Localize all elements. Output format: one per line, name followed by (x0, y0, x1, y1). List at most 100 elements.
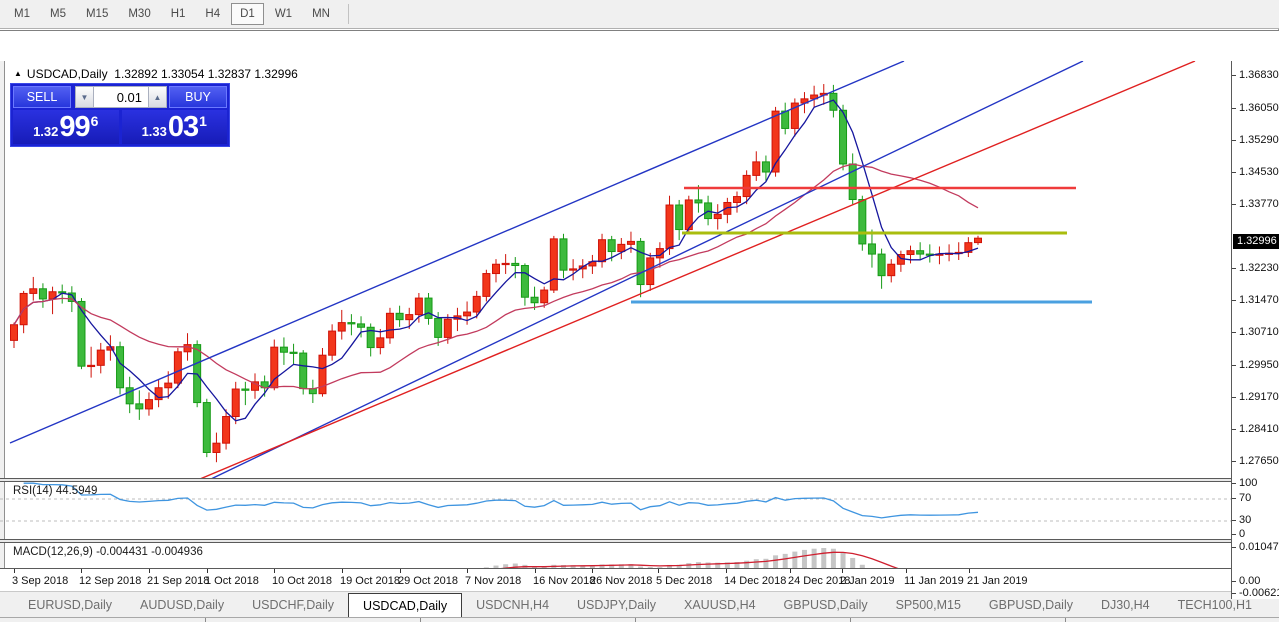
chart-tab-sp500-m15[interactable]: SP500,M15 (882, 592, 975, 617)
axis-tick (1232, 365, 1236, 366)
mt4-window: M1M5M15M30H1H4D1W1MN ▲ USDCAD,Daily 1.328… (0, 0, 1279, 622)
chart-tab-usdcnh-h4[interactable]: USDCNH,H4 (462, 592, 563, 617)
axis-tick (1232, 461, 1236, 462)
date-tick (969, 569, 970, 573)
axis-tick (1232, 534, 1236, 535)
rsi-axis-label: 0 (1232, 528, 1245, 540)
price-axis-label: 1.33770 (1232, 198, 1279, 210)
sell-price-sup: 6 (91, 113, 99, 129)
date-axis[interactable]: 3 Sep 201812 Sep 201821 Sep 20181 Oct 20… (0, 568, 1279, 591)
timeframe-button-m15[interactable]: M15 (77, 3, 117, 25)
current-price-badge: 1.32996 (1233, 234, 1279, 249)
macd-axis-label: 0.010474 (1232, 541, 1279, 553)
sell-price-big: 99 (59, 113, 89, 142)
date-axis-label: 11 Jan 2019 (904, 575, 964, 587)
chart-symbol-label: USDCAD,Daily (27, 67, 108, 81)
price-axis-label: 1.36050 (1232, 102, 1279, 114)
axis-tick (1232, 108, 1236, 109)
axis-tick (1232, 498, 1236, 499)
timeframe-button-h1[interactable]: H1 (162, 3, 195, 25)
timeframe-button-d1[interactable]: D1 (231, 3, 264, 25)
date-tick (149, 569, 150, 573)
chart-tab-usdchf-daily[interactable]: USDCHF,Daily (238, 592, 348, 617)
sell-price-small: 1.32 (33, 124, 58, 139)
date-axis-label: 16 Nov 2018 (533, 575, 595, 587)
chart-tab-xauusd-h4[interactable]: XAUUSD,H4 (670, 592, 770, 617)
timeframe-button-w1[interactable]: W1 (266, 3, 301, 25)
price-axis[interactable]: 1.368301.360501.352901.345301.337701.322… (1231, 61, 1279, 599)
price-axis-label: 1.28410 (1232, 423, 1279, 435)
date-tick (842, 569, 843, 573)
chart-tab-bar: EURUSD,DailyAUDUSD,DailyUSDCHF,DailyUSDC… (0, 591, 1279, 617)
date-tick (592, 569, 593, 573)
price-axis-label: 1.29950 (1232, 359, 1279, 371)
timeframe-toolbar: M1M5M15M30H1H4D1W1MN (0, 0, 1279, 29)
chart-ohlc-values: 1.32892 1.33054 1.32837 1.32996 (114, 67, 298, 81)
date-axis-label: 29 Oct 2018 (398, 575, 458, 587)
axis-tick (1232, 397, 1236, 398)
date-tick (207, 569, 208, 573)
sell-price-display[interactable]: 1.32996 (13, 110, 119, 144)
buy-price-big: 03 (168, 113, 198, 142)
timeframe-button-mn[interactable]: MN (303, 3, 339, 25)
chart-tab-gbpusd-daily[interactable]: GBPUSD,Daily (975, 592, 1087, 617)
lot-size-input[interactable]: 0.01 (94, 86, 148, 108)
spin-down-icon: ▼ (81, 93, 89, 102)
buy-price-display[interactable]: 1.33031 (122, 110, 228, 144)
bottom-strip-mark (635, 618, 636, 622)
price-axis-label: 1.32230 (1232, 262, 1279, 274)
axis-tick (1232, 483, 1236, 484)
axis-tick (1232, 547, 1236, 548)
date-tick (14, 569, 15, 573)
date-tick (274, 569, 275, 573)
toolbar-separator (348, 4, 349, 24)
buy-price-sup: 1 (199, 113, 207, 129)
timeframe-button-m30[interactable]: M30 (119, 3, 159, 25)
buy-button[interactable]: BUY (169, 86, 227, 108)
chart-tab-audusd-daily[interactable]: AUDUSD,Daily (126, 592, 238, 617)
timeframe-button-m1[interactable]: M1 (5, 3, 39, 25)
sell-button[interactable]: SELL (13, 86, 71, 108)
chart-tab-eurusd-daily[interactable]: EURUSD,Daily (14, 592, 126, 617)
date-axis-label: 21 Jan 2019 (967, 575, 1028, 587)
axis-tick (1232, 581, 1236, 582)
rsi-axis-label: 100 (1232, 477, 1257, 489)
price-axis-label: 1.34530 (1232, 166, 1279, 178)
bottom-strip-mark (205, 618, 206, 622)
bottom-strip-mark (420, 618, 421, 622)
date-axis-label: 1 Oct 2018 (205, 575, 259, 587)
chart-tab-dj30-h4[interactable]: DJ30,H4 (1087, 592, 1164, 617)
date-tick (658, 569, 659, 573)
timeframe-button-m5[interactable]: M5 (41, 3, 75, 25)
price-axis-label: 1.36830 (1232, 69, 1279, 81)
chart-tab-usdcad-daily[interactable]: USDCAD,Daily (348, 593, 462, 617)
date-axis-label: 2 Jan 2019 (840, 575, 894, 587)
date-axis-label: 19 Oct 2018 (340, 575, 400, 587)
date-tick (467, 569, 468, 573)
date-tick (342, 569, 343, 573)
spin-up-icon: ▲ (154, 93, 162, 102)
rsi-label: RSI(14) 44.5949 (13, 485, 97, 497)
chart-area[interactable]: ▲ USDCAD,Daily 1.32892 1.33054 1.32837 1.… (0, 30, 1279, 568)
axis-tick (1232, 332, 1236, 333)
lot-decrease-button[interactable]: ▼ (75, 86, 94, 108)
chart-tab-gbpusd-daily[interactable]: GBPUSD,Daily (770, 592, 882, 617)
macd-axis-label: -0.006218 (1232, 587, 1279, 599)
price-axis-label: 1.30710 (1232, 326, 1279, 338)
price-axis-label: 1.29170 (1232, 391, 1279, 403)
rsi-axis-label: 30 (1232, 514, 1251, 526)
axis-tick (1232, 520, 1236, 521)
date-axis-label: 21 Sep 2018 (147, 575, 209, 587)
chart-tab-usdjpy-daily[interactable]: USDJPY,Daily (563, 592, 670, 617)
date-axis-label: 3 Sep 2018 (12, 575, 68, 587)
date-tick (400, 569, 401, 573)
axis-tick (1232, 172, 1236, 173)
lot-increase-button[interactable]: ▲ (148, 86, 167, 108)
date-axis-label: 10 Oct 2018 (272, 575, 332, 587)
axis-tick (1232, 204, 1236, 205)
collapse-arrow-icon[interactable]: ▲ (14, 69, 22, 78)
timeframe-button-h4[interactable]: H4 (196, 3, 229, 25)
one-click-trade-panel: SELL ▼ 0.01 ▲ BUY 1.32996 1.33031 (10, 83, 230, 147)
date-tick (81, 569, 82, 573)
rsi-indicator-pane[interactable] (0, 482, 1231, 538)
